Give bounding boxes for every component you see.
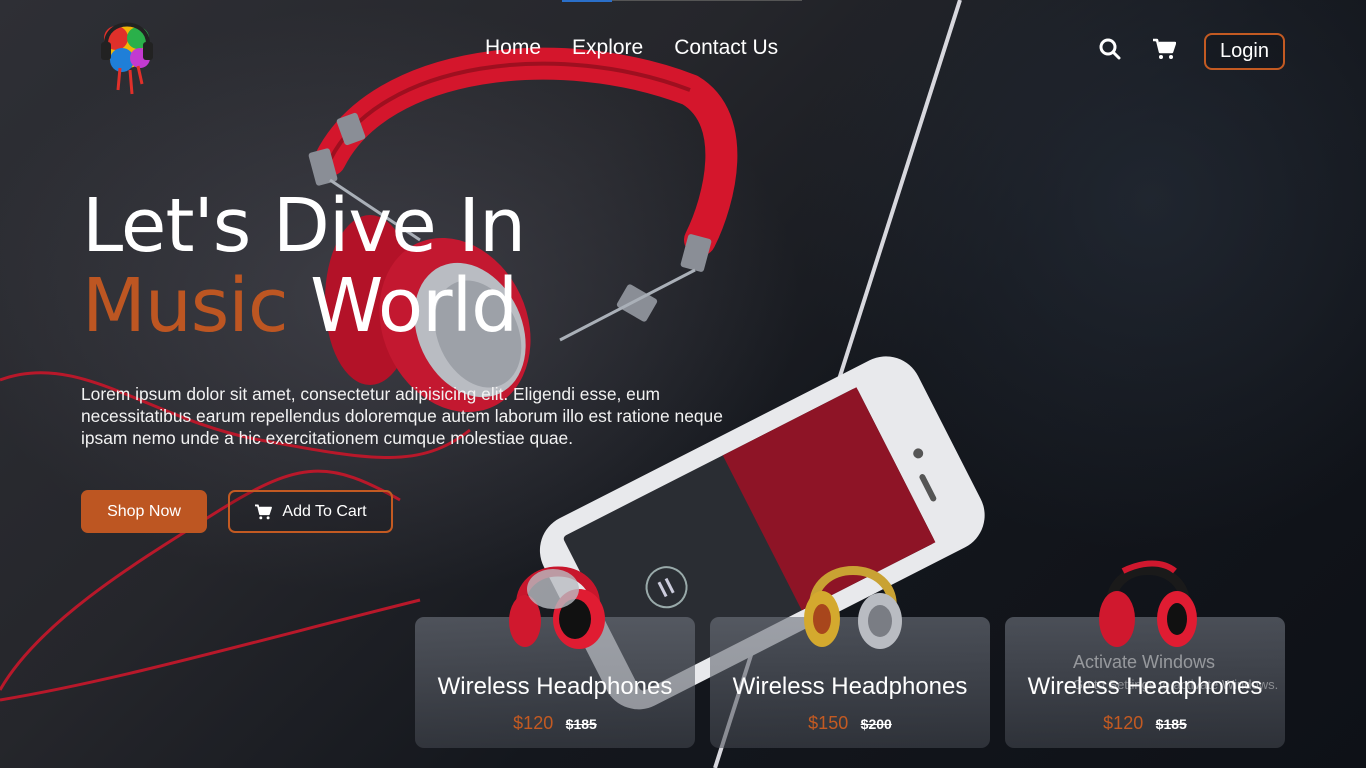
hero-title-accent: Music — [82, 263, 289, 349]
price-current: $150 — [808, 713, 849, 733]
red-headphones-icon — [509, 566, 605, 649]
cart-icon — [255, 504, 273, 519]
product-card[interactable]: Wireless Headphones $150 $200 — [710, 566, 990, 748]
price-old: $185 — [1155, 716, 1187, 732]
add-to-cart-button[interactable]: Add To Cart — [228, 490, 393, 533]
nav-explore[interactable]: Explore — [572, 36, 643, 60]
product-price: $120 $185 — [415, 713, 695, 734]
nav-home[interactable]: Home — [485, 36, 541, 60]
product-price: $120 $185 — [1005, 713, 1285, 734]
price-current: $120 — [513, 713, 554, 733]
cart-icon[interactable] — [1152, 37, 1176, 61]
nav-contact-us[interactable]: Contact Us — [674, 36, 778, 60]
product-price: $150 $200 — [710, 713, 990, 734]
red-black-headphones-icon — [1099, 560, 1197, 647]
hero-title: Let's Dive In Music World — [82, 183, 526, 349]
hero-description: Lorem ipsum dolor sit amet, consectetur … — [81, 384, 723, 448]
header-icons — [1098, 37, 1176, 61]
price-current: $120 — [1103, 713, 1144, 733]
login-button[interactable]: Login — [1204, 33, 1285, 70]
price-old: $185 — [565, 716, 597, 732]
hero-title-rest: World — [287, 263, 518, 349]
add-to-cart-label: Add To Cart — [282, 502, 367, 520]
main-nav: Home Explore Contact Us — [485, 36, 778, 60]
product-card[interactable]: Wireless Headphones $120 $185 — [415, 566, 695, 748]
shop-now-button[interactable]: Shop Now — [81, 490, 207, 533]
product-name: Wireless Headphones — [732, 673, 968, 700]
gold-headphones-icon — [804, 566, 902, 649]
hero-title-line1: Let's Dive In — [82, 183, 526, 269]
logo-icon[interactable] — [92, 8, 162, 96]
price-old: $200 — [860, 716, 892, 732]
product-name: Wireless Headphones — [437, 673, 673, 700]
activate-windows-subtitle: Go to Settings to activate Windows. — [1073, 677, 1279, 692]
activate-windows-title: Activate Windows — [1073, 652, 1216, 672]
search-icon[interactable] — [1098, 37, 1122, 61]
